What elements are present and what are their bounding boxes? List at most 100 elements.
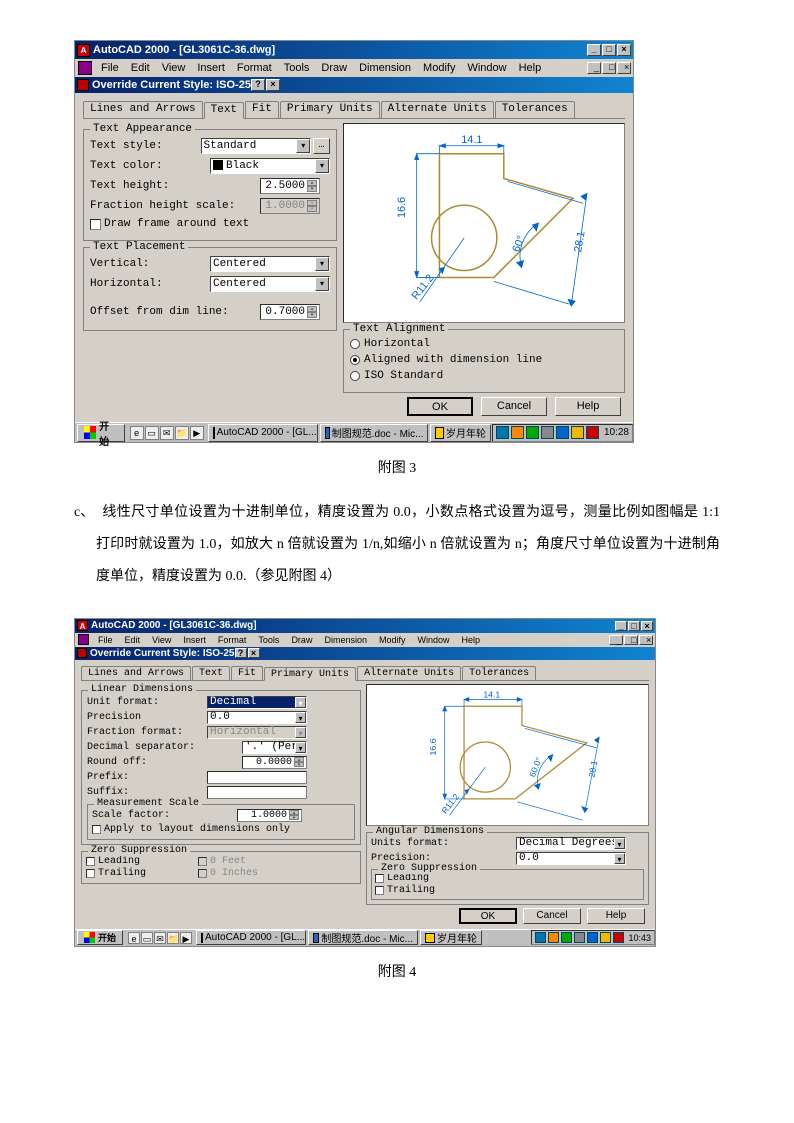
input-scale-factor[interactable]: 1.0000▴▾ bbox=[237, 809, 302, 822]
menu-modify[interactable]: Modify bbox=[417, 62, 461, 74]
mdi-close-button[interactable]: × bbox=[639, 635, 653, 645]
cancel-button[interactable]: Cancel bbox=[523, 908, 581, 924]
dialog-help-button[interactable]: ? bbox=[235, 648, 247, 658]
menu-dimension[interactable]: Dimension bbox=[318, 635, 373, 645]
menu-window[interactable]: Window bbox=[412, 635, 456, 645]
menu-tools[interactable]: Tools bbox=[278, 62, 316, 74]
desktop-icon[interactable]: ▭ bbox=[141, 932, 153, 944]
tray-icon[interactable] bbox=[600, 932, 611, 943]
input-offset[interactable]: 0.7000▴▾ bbox=[260, 304, 320, 320]
tray-icon[interactable] bbox=[561, 932, 572, 943]
minimize-button[interactable]: _ bbox=[615, 621, 627, 631]
start-button[interactable]: 开始 bbox=[77, 930, 123, 945]
tab-text[interactable]: Text bbox=[204, 102, 244, 119]
tab-tolerances[interactable]: Tolerances bbox=[495, 101, 575, 118]
mdi-maximize-button[interactable]: □ bbox=[602, 62, 616, 74]
checkbox-ang-leading[interactable] bbox=[375, 874, 384, 883]
tray-icon[interactable] bbox=[548, 932, 559, 943]
menu-file[interactable]: File bbox=[95, 62, 125, 74]
tray-icon[interactable] bbox=[511, 426, 524, 439]
maximize-button[interactable]: □ bbox=[602, 44, 616, 56]
spin-down-icon[interactable]: ▾ bbox=[307, 312, 317, 318]
maximize-button[interactable]: □ bbox=[628, 621, 640, 631]
input-prefix[interactable] bbox=[207, 771, 307, 784]
menu-insert[interactable]: Insert bbox=[177, 635, 212, 645]
menu-draw[interactable]: Draw bbox=[315, 62, 353, 74]
input-text-height[interactable]: 2.5000▴▾ bbox=[260, 178, 320, 194]
menu-view[interactable]: View bbox=[156, 62, 192, 74]
input-round-off[interactable]: 0.0000▴▾ bbox=[242, 756, 307, 769]
menu-insert[interactable]: Insert bbox=[191, 62, 231, 74]
checkbox-draw-frame[interactable] bbox=[90, 219, 101, 230]
tab-alternate-units[interactable]: Alternate Units bbox=[381, 101, 494, 118]
tab-fit[interactable]: Fit bbox=[245, 101, 279, 118]
menu-edit[interactable]: Edit bbox=[125, 62, 156, 74]
radio-horizontal[interactable] bbox=[350, 339, 360, 349]
tab-lines-arrows[interactable]: Lines and Arrows bbox=[81, 666, 191, 680]
dialog-close-button[interactable]: × bbox=[248, 648, 260, 658]
combo-horizontal[interactable]: Centered▾ bbox=[210, 276, 330, 292]
spin-down-icon[interactable]: ▾ bbox=[294, 762, 304, 767]
mdi-maximize-button[interactable]: □ bbox=[624, 635, 638, 645]
combo-text-style[interactable]: Standard▾ bbox=[201, 138, 312, 154]
menu-format[interactable]: Format bbox=[231, 62, 278, 74]
menu-help[interactable]: Help bbox=[513, 62, 548, 74]
app-icon[interactable]: ▶ bbox=[180, 932, 192, 944]
menu-window[interactable]: Window bbox=[461, 62, 512, 74]
tab-fit[interactable]: Fit bbox=[231, 666, 263, 680]
tray-icon[interactable] bbox=[541, 426, 554, 439]
checkbox-apply-layout[interactable] bbox=[92, 825, 101, 834]
radio-iso[interactable] bbox=[350, 371, 360, 381]
combo-ang-units[interactable]: Decimal Degrees▾ bbox=[516, 837, 626, 850]
combo-ang-precision[interactable]: 0.0▾ bbox=[516, 852, 626, 865]
app-icon[interactable]: ▶ bbox=[190, 426, 204, 440]
ok-button[interactable]: OK bbox=[459, 908, 517, 924]
tray-icon[interactable] bbox=[587, 932, 598, 943]
mdi-minimize-button[interactable]: _ bbox=[587, 62, 601, 74]
dialog-help-button[interactable]: ? bbox=[251, 79, 265, 91]
combo-text-color[interactable]: Black▾ bbox=[210, 158, 330, 174]
checkbox-leading[interactable] bbox=[86, 857, 95, 866]
menu-dimension[interactable]: Dimension bbox=[353, 62, 417, 74]
menu-view[interactable]: View bbox=[146, 635, 177, 645]
explorer-icon[interactable]: 📁 bbox=[175, 426, 189, 440]
ie-icon[interactable]: e bbox=[128, 932, 140, 944]
text-style-browse-button[interactable]: … bbox=[313, 138, 330, 154]
outlook-icon[interactable]: ✉ bbox=[154, 932, 166, 944]
desktop-icon[interactable]: ▭ bbox=[145, 426, 159, 440]
combo-unit-format[interactable]: Decimal▾ bbox=[207, 696, 307, 709]
checkbox-trailing[interactable] bbox=[86, 869, 95, 878]
spin-down-icon[interactable]: ▾ bbox=[307, 186, 317, 192]
explorer-icon[interactable]: 📁 bbox=[167, 932, 179, 944]
dialog-close-button[interactable]: × bbox=[266, 79, 280, 91]
tray-icon[interactable] bbox=[613, 932, 624, 943]
menu-draw[interactable]: Draw bbox=[285, 635, 318, 645]
tab-alternate-units[interactable]: Alternate Units bbox=[357, 666, 461, 680]
tab-primary-units[interactable]: Primary Units bbox=[280, 101, 380, 118]
tab-tolerances[interactable]: Tolerances bbox=[462, 666, 536, 680]
taskbar-app-1[interactable]: AutoCAD 2000 - [GL... bbox=[196, 930, 306, 945]
taskbar-app-2[interactable]: 制图规范.doc - Mic... bbox=[320, 424, 429, 442]
combo-decimal-sep[interactable]: '.' (Perio▾ bbox=[242, 741, 307, 754]
tab-text[interactable]: Text bbox=[192, 666, 230, 680]
tray-icon[interactable] bbox=[526, 426, 539, 439]
ok-button[interactable]: OK bbox=[407, 397, 473, 416]
tray-icon[interactable] bbox=[556, 426, 569, 439]
start-button[interactable]: 开始 bbox=[77, 424, 125, 442]
taskbar-app-3[interactable]: 岁月年轮 bbox=[430, 424, 490, 442]
cancel-button[interactable]: Cancel bbox=[481, 397, 547, 416]
tab-primary-units[interactable]: Primary Units bbox=[264, 667, 356, 681]
menu-file[interactable]: File bbox=[92, 635, 119, 645]
tray-icon[interactable] bbox=[496, 426, 509, 439]
combo-vertical[interactable]: Centered▾ bbox=[210, 256, 330, 272]
tray-icon[interactable] bbox=[535, 932, 546, 943]
menu-tools[interactable]: Tools bbox=[252, 635, 285, 645]
help-button[interactable]: Help bbox=[587, 908, 645, 924]
tab-lines-arrows[interactable]: Lines and Arrows bbox=[83, 101, 203, 118]
tray-icon[interactable] bbox=[586, 426, 599, 439]
taskbar-app-2[interactable]: 制图规范.doc - Mic... bbox=[308, 930, 418, 945]
combo-precision[interactable]: 0.0▾ bbox=[207, 711, 307, 724]
menu-edit[interactable]: Edit bbox=[119, 635, 147, 645]
tray-icon[interactable] bbox=[571, 426, 584, 439]
outlook-icon[interactable]: ✉ bbox=[160, 426, 174, 440]
